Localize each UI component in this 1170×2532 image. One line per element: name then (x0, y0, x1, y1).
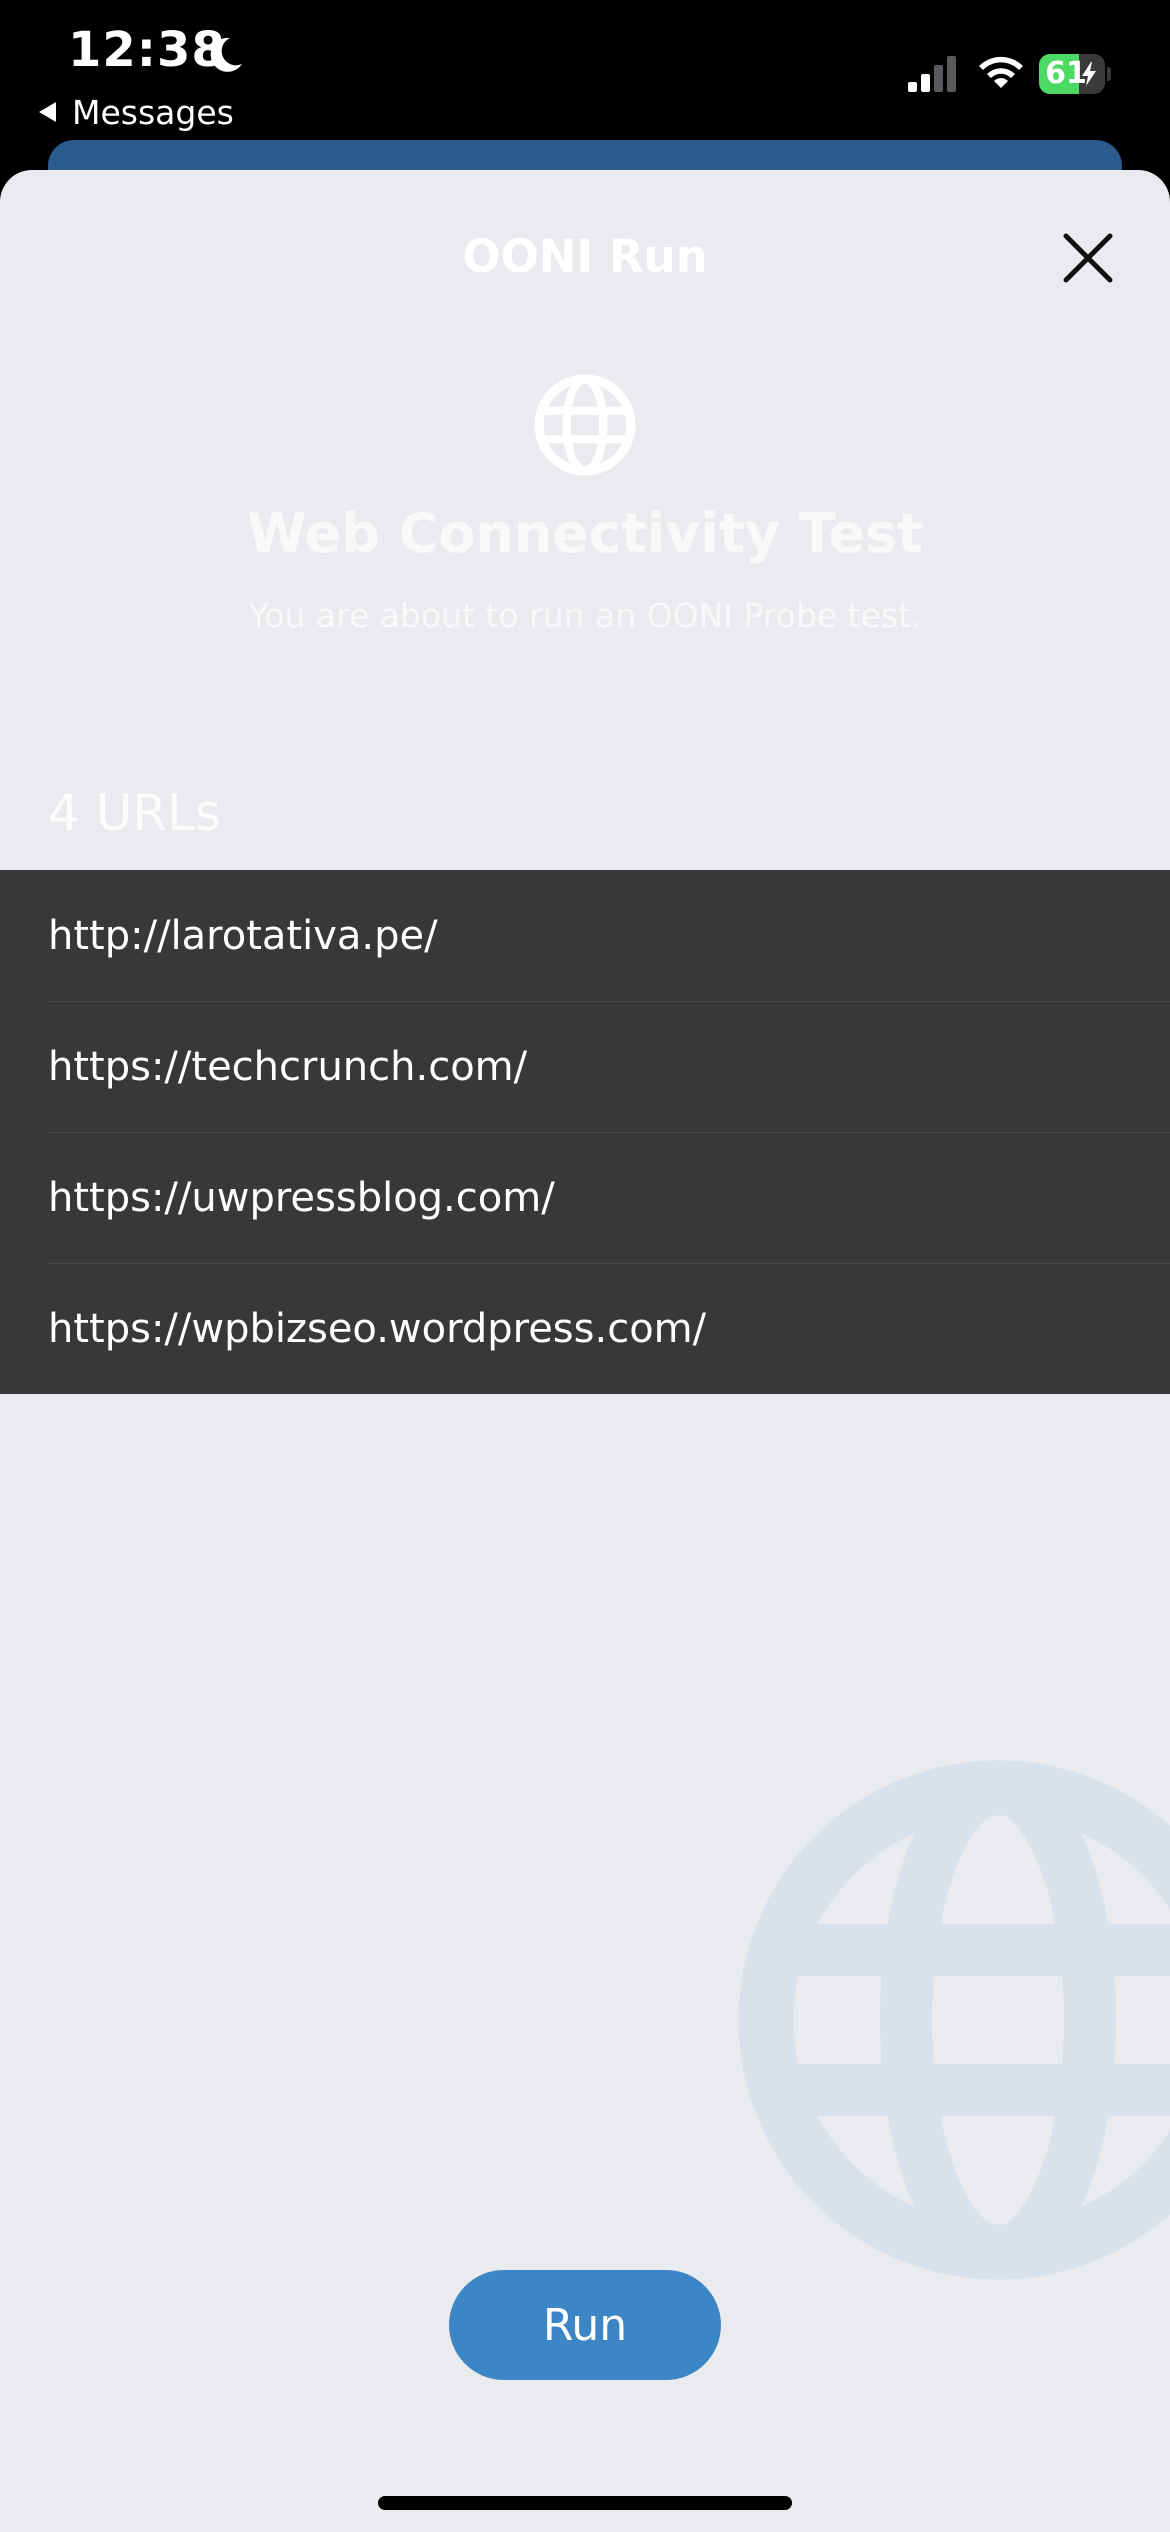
wifi-icon (979, 56, 1023, 88)
charging-bolt-icon (1082, 62, 1096, 86)
ooni-run-sheet: OONI Run Web Connectivity Test You are a… (0, 170, 1170, 2532)
sheet-title: OONI Run (462, 230, 708, 283)
signal-icon (908, 56, 956, 92)
home-indicator (378, 2496, 792, 2510)
moon-icon (210, 37, 242, 72)
back-label: Messages (72, 92, 234, 132)
back-to-messages-button[interactable]: Messages (36, 90, 234, 134)
status-time: 12:38 (68, 22, 226, 78)
globe-icon (534, 374, 636, 476)
url-text: https://wpbizseo.wordpress.com/ (48, 1305, 707, 1352)
url-list-item[interactable]: https://uwpressblog.com/ (0, 1132, 1170, 1263)
test-subtitle: You are about to run an OONI Probe test. (248, 596, 922, 635)
url-list-item[interactable]: https://techcrunch.com/ (0, 1001, 1170, 1132)
close-icon[interactable] (1050, 220, 1126, 296)
run-button[interactable]: Run (449, 2270, 721, 2380)
url-list-item[interactable]: https://wpbizseo.wordpress.com/ (0, 1263, 1170, 1394)
url-text: https://techcrunch.com/ (48, 1043, 528, 1090)
urls-count-header: 4 URLs (48, 784, 221, 842)
url-text: http://larotativa.pe/ (48, 912, 438, 959)
test-title: Web Connectivity Test (246, 502, 924, 565)
url-list: http://larotativa.pe/ https://techcrunch… (0, 870, 1170, 1394)
url-list-item[interactable]: http://larotativa.pe/ (0, 870, 1170, 1001)
battery-icon: 61 (1039, 54, 1111, 94)
back-triangle-icon (39, 102, 56, 122)
globe-watermark-icon (738, 1760, 1170, 2280)
url-text: https://uwpressblog.com/ (48, 1174, 555, 1221)
